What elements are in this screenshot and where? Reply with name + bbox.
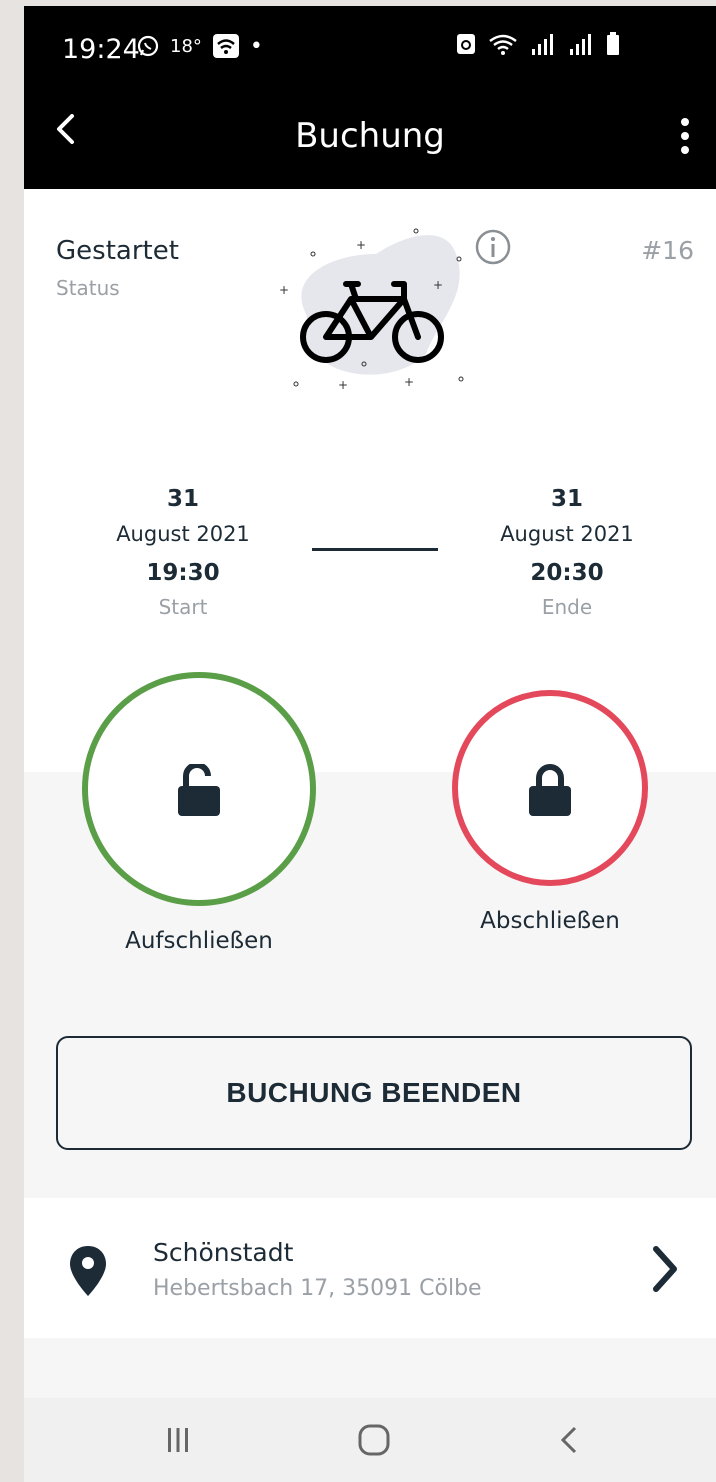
start-time: 19:30: [146, 560, 220, 586]
svg-text:+: +: [279, 283, 289, 297]
page-title: Buchung: [295, 116, 445, 156]
signal-icon: [532, 34, 553, 55]
lock-icon: [529, 764, 571, 816]
nav-back-icon[interactable]: [550, 1420, 590, 1460]
unlock-label[interactable]: Aufschließen: [82, 928, 316, 954]
end-time: 20:30: [530, 560, 604, 586]
info-icon[interactable]: [474, 228, 512, 266]
whatsapp-icon: [137, 35, 159, 57]
end-booking-button[interactable]: BUCHUNG BEENDEN: [56, 1036, 692, 1150]
lock-button[interactable]: [452, 690, 648, 886]
signal-icon-2: [570, 34, 591, 55]
dot-icon: •: [249, 33, 263, 59]
home-icon[interactable]: [354, 1420, 394, 1460]
unlock-button[interactable]: [82, 672, 316, 906]
section-gap: [24, 1338, 716, 1398]
wifi-hotspot-icon: [212, 34, 239, 58]
status-icons-right: [456, 32, 620, 56]
booking-id: #16: [641, 236, 694, 265]
end-day: 31: [550, 486, 583, 512]
date-divider: [312, 548, 438, 551]
svg-text:+: +: [356, 238, 366, 252]
recent-apps-icon[interactable]: [158, 1420, 198, 1460]
lock-label[interactable]: Abschließen: [452, 908, 648, 934]
location-pin-icon: [70, 1246, 106, 1296]
more-vert-icon[interactable]: [678, 116, 692, 156]
end-month-year: August 2021: [500, 522, 634, 546]
phone-screen: 19:24 18° • Buchung Gestartet Status #16: [24, 6, 716, 1482]
booking-status-value: Gestartet: [56, 236, 179, 266]
status-time: 19:24: [62, 34, 140, 65]
booking-status-label: Status: [56, 276, 120, 300]
battery-icon: [607, 32, 619, 55]
booking-end: 31 August 2021 20:30 Ende: [477, 486, 657, 619]
location-row[interactable]: Schönstadt Hebertsbach 17, 35091 Cölbe: [24, 1200, 716, 1338]
lock-open-icon: [178, 764, 220, 816]
booking-start: 31 August 2021 19:30 Start: [93, 486, 273, 619]
wifi-icon: [489, 34, 517, 55]
start-month-year: August 2021: [116, 522, 250, 546]
temperature: 18°: [170, 35, 202, 57]
svg-text:+: +: [338, 378, 348, 392]
end-label: Ende: [541, 595, 593, 619]
system-navbar: [24, 1398, 716, 1482]
svg-text:+: +: [404, 375, 414, 389]
battery-saver-icon: [457, 34, 475, 54]
svg-text:+: +: [433, 278, 443, 292]
location-name: Schönstadt: [153, 1238, 294, 1267]
start-label: Start: [158, 595, 208, 619]
location-address: Hebertsbach 17, 35091 Cölbe: [153, 1276, 482, 1301]
status-icons-left: 18° •: [136, 33, 263, 59]
start-day: 31: [166, 486, 199, 512]
app-header: 19:24 18° • Buchung: [24, 6, 716, 189]
bike-icon: + + + + +: [279, 228, 464, 392]
chevron-right-icon[interactable]: [650, 1244, 680, 1294]
